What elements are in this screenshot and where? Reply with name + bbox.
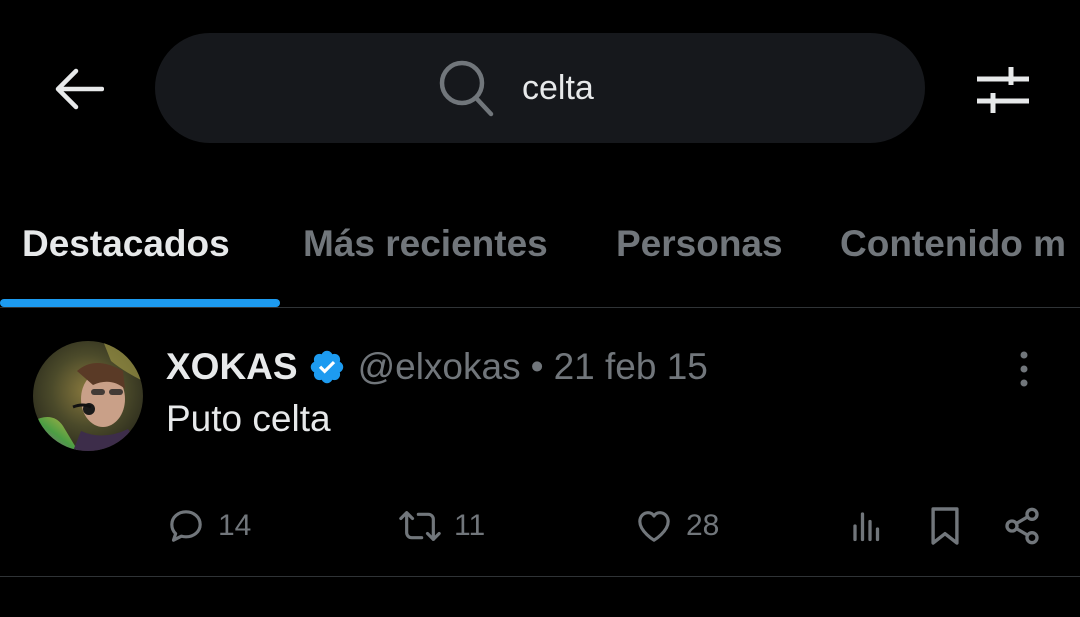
tab-label: Personas [616, 222, 783, 264]
like-count: 28 [686, 509, 720, 542]
sliders-icon [977, 67, 1029, 113]
user-handle[interactable]: @elxokas [358, 346, 521, 388]
tweet-date[interactable]: 21 feb 15 [554, 346, 708, 388]
arrow-left-icon [55, 68, 104, 110]
tweet-actions: 14 11 28 [0, 498, 1080, 554]
tab-destacados[interactable]: Destacados [22, 180, 230, 307]
more-options-button[interactable] [1004, 346, 1044, 392]
reply-icon [170, 510, 202, 542]
verified-badge-icon [308, 348, 346, 386]
avatar[interactable] [33, 341, 143, 451]
bookmark-button[interactable] [922, 498, 968, 554]
search-tabs: Destacados Más recientes Personas Conten… [0, 180, 1080, 307]
search-box[interactable] [155, 33, 925, 143]
share-icon [1005, 507, 1039, 545]
reply-button[interactable]: 14 [166, 498, 251, 554]
reply-count: 14 [218, 509, 252, 542]
tweet-divider [0, 576, 1080, 577]
more-vertical-icon [1020, 351, 1028, 387]
tab-label: Contenido m [840, 222, 1067, 264]
search-filter-button[interactable] [972, 60, 1034, 118]
retweet-icon [399, 511, 441, 541]
like-button[interactable]: 28 [634, 498, 719, 554]
share-button[interactable] [999, 498, 1045, 554]
heart-icon [638, 511, 670, 542]
search-input[interactable] [522, 68, 642, 108]
tab-contenido-multimedia[interactable]: Contenido m [840, 180, 1066, 307]
search-icon [439, 60, 494, 117]
back-button[interactable] [48, 62, 108, 116]
active-tab-indicator [0, 299, 280, 307]
tab-personas[interactable]: Personas [616, 180, 783, 307]
bookmark-icon [931, 507, 959, 545]
tab-label: Más recientes [303, 222, 548, 264]
display-name[interactable]: XOKAS [166, 346, 298, 388]
tab-mas-recientes[interactable]: Más recientes [303, 180, 548, 307]
tab-label: Destacados [22, 222, 230, 264]
search-results-page: Destacados Más recientes Personas Conten… [0, 0, 1080, 617]
top-bar [0, 0, 1080, 180]
tweet-header: XOKAS @elxokas • 21 feb 15 [166, 344, 708, 390]
separator-dot: • [530, 346, 544, 387]
views-button[interactable] [844, 498, 890, 554]
retweet-button[interactable]: 11 [398, 498, 485, 554]
retweet-count: 11 [454, 509, 486, 542]
tweet[interactable]: XOKAS @elxokas • 21 feb 15 Puto celta 14… [0, 308, 1080, 576]
analytics-icon [853, 512, 880, 542]
avatar-image [33, 341, 143, 451]
tweet-text: Puto celta [166, 398, 331, 439]
